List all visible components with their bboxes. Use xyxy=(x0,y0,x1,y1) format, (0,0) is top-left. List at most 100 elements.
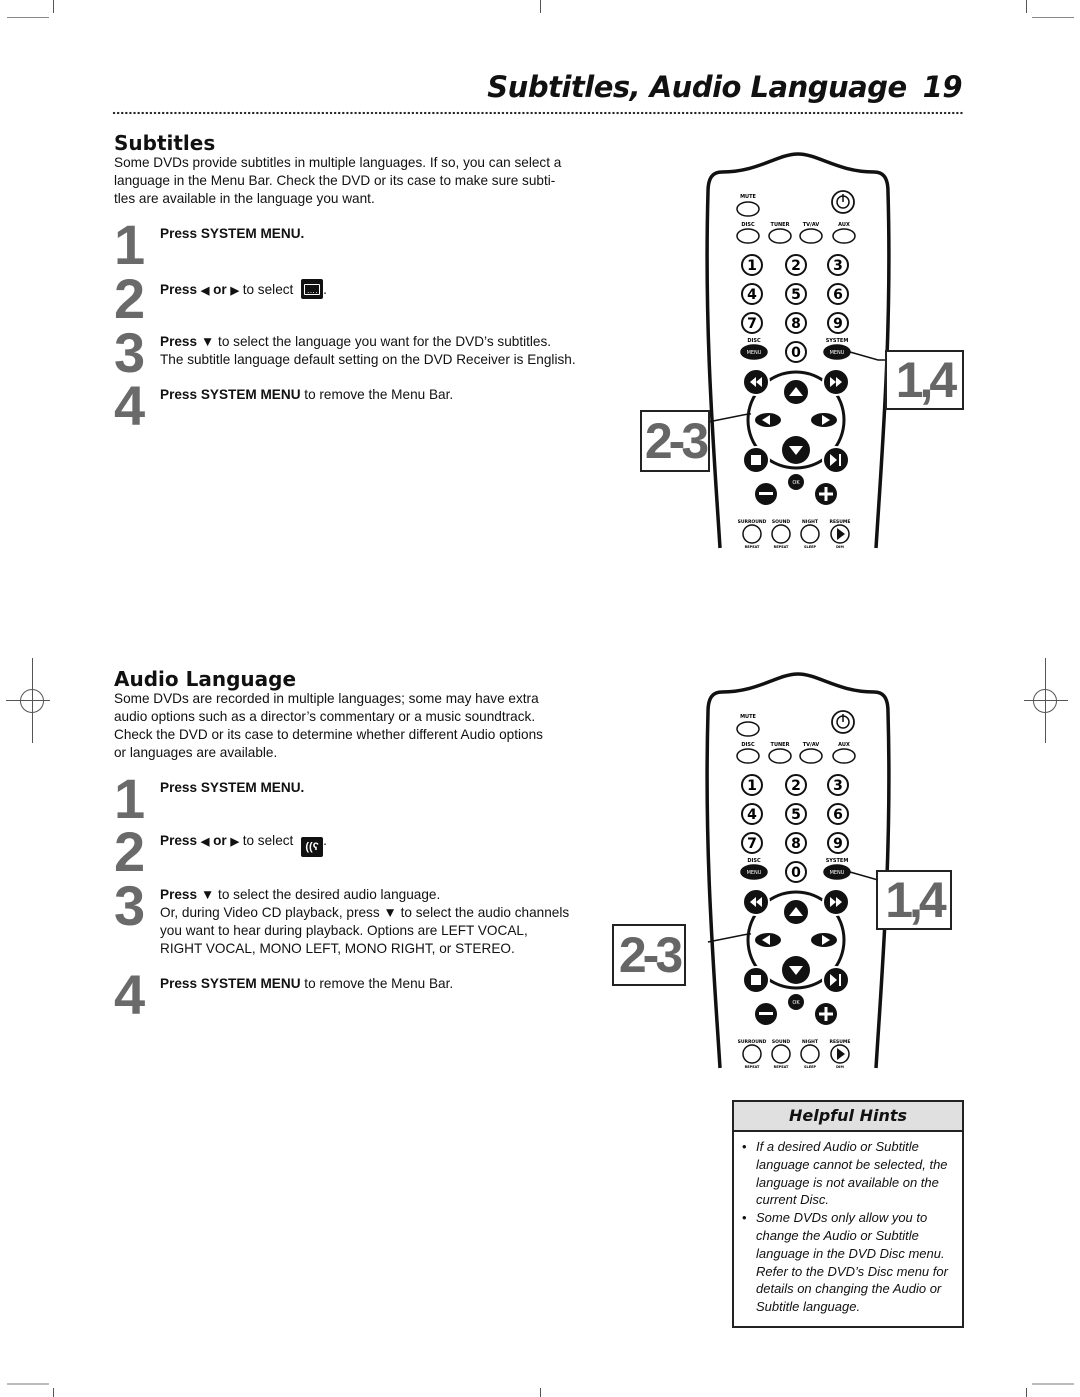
aux-label: AUX xyxy=(838,222,850,228)
digit-label: 1 xyxy=(747,778,757,794)
sleep-label: SLEEP xyxy=(804,545,817,549)
period: . xyxy=(323,282,327,297)
night-button xyxy=(800,524,820,544)
minus-icon xyxy=(759,1012,773,1015)
aux-label: AUX xyxy=(838,742,850,748)
left-arrow-icon: ◀ xyxy=(200,836,210,848)
resume-label: RESUME xyxy=(830,519,851,525)
helpful-hints-title: Helpful Hints xyxy=(734,1102,962,1132)
digit-label: 5 xyxy=(791,807,801,823)
step-text: to select xyxy=(238,282,294,297)
step-number: 1 xyxy=(114,213,145,276)
repeat_ab-label: REPEAT xyxy=(774,545,789,549)
step-text: to select the desired audio language. xyxy=(214,887,441,902)
digit-label: 6 xyxy=(833,287,843,303)
crop-mark xyxy=(540,1388,541,1397)
night-label: NIGHT xyxy=(802,519,819,525)
menu-label: MENU xyxy=(830,870,845,876)
callout-steps-1-4: 1,4 xyxy=(885,350,964,410)
step-text: Or, during Video CD playback, press ▼ to… xyxy=(160,905,570,920)
step-text: to remove the Menu Bar. xyxy=(300,976,454,991)
page-number: 19 xyxy=(922,70,963,104)
step-number: 4 xyxy=(114,374,145,437)
tuner-button xyxy=(768,228,792,244)
ok-label: OK xyxy=(792,480,800,486)
tuner-button xyxy=(768,748,792,764)
hints-list: If a desired Audio or Subtitle language … xyxy=(734,1138,962,1316)
digit-label: 1 xyxy=(747,258,757,274)
callout-steps-1-4: 1,4 xyxy=(876,870,952,930)
night-button xyxy=(800,1044,820,1064)
stop-icon xyxy=(751,455,761,465)
resume-label: RESUME xyxy=(830,1039,851,1045)
subtitles-intro: Some DVDs provide subtitles in multiple … xyxy=(114,154,614,208)
hint-item: Some DVDs only allow you to change the A… xyxy=(740,1209,962,1316)
crop-mark xyxy=(1032,1383,1074,1385)
step-press: Press xyxy=(160,282,198,297)
hint-item: If a desired Audio or Subtitle language … xyxy=(740,1138,962,1209)
step-number: 1 xyxy=(114,767,145,830)
repeat-label: REPEAT xyxy=(745,545,760,549)
tuner-label: TUNER xyxy=(771,222,790,228)
audio-intro: Some DVDs are recorded in multiple langu… xyxy=(114,690,614,762)
crop-mark xyxy=(7,1383,49,1385)
digit-label: 4 xyxy=(747,807,757,823)
step-text: The subtitle language default setting on… xyxy=(160,352,576,367)
surround-label: SURROUND xyxy=(738,1039,767,1045)
digit-label: 0 xyxy=(791,345,801,361)
step-text: you want to hear during playback. Option… xyxy=(160,923,528,938)
mute-label: MUTE xyxy=(740,194,756,200)
step-number: 3 xyxy=(114,874,145,937)
digit-label: 9 xyxy=(833,836,843,852)
registration-mark xyxy=(20,689,44,713)
crop-mark xyxy=(7,17,49,18)
digit-label: 4 xyxy=(747,287,757,303)
remote-illustration: MUTE DISC TUNER TV/AV AUX 1 2 3 4 5 6 7 8 9 DISC MENU 0 S… xyxy=(612,672,968,1072)
repeat_ab-label: REPEAT xyxy=(774,1065,789,1069)
digit-label: 0 xyxy=(791,865,801,881)
digit-label: 7 xyxy=(747,836,757,852)
subtitles-heading: Subtitles xyxy=(114,131,216,155)
digit-label: 8 xyxy=(791,836,801,852)
surround-button xyxy=(742,1044,762,1064)
digit-label: 3 xyxy=(833,778,843,794)
digit-label: 9 xyxy=(833,316,843,332)
registration-mark xyxy=(1033,689,1057,713)
sound-button xyxy=(771,524,791,544)
disc-label: DISC xyxy=(741,742,755,748)
digit-label: 6 xyxy=(833,807,843,823)
step-instruction: Press SYSTEM MENU xyxy=(160,976,301,991)
sound-label: SOUND xyxy=(772,519,790,525)
right-arrow-icon: ▶ xyxy=(230,836,239,848)
repeat-label: REPEAT xyxy=(745,1065,760,1069)
step-or: or xyxy=(213,833,227,848)
step-text: to remove the Menu Bar. xyxy=(300,387,454,402)
mute-button xyxy=(736,201,760,217)
dotted-rule xyxy=(112,111,964,115)
callout-steps-2-3: 2-3 xyxy=(640,410,710,472)
mute-label: MUTE xyxy=(740,714,756,720)
menu-label: MENU xyxy=(747,870,762,876)
step-instruction: Press SYSTEM MENU. xyxy=(160,226,305,241)
remote-illustration: MUTE DISC TUNER TV/AV AUX 1 2 3 4 5 6 7 8 9 DISC MENU 0 S… xyxy=(638,152,968,552)
disc-button xyxy=(736,748,760,764)
digit-label: 5 xyxy=(791,287,801,303)
digit-label: 7 xyxy=(747,316,757,332)
intro-line: Some DVDs provide subtitles in multiple … xyxy=(114,155,562,170)
step-number: 3 xyxy=(114,321,145,384)
stop-icon xyxy=(751,975,761,985)
crop-mark xyxy=(53,0,54,13)
period: . xyxy=(323,833,327,848)
step-number: 4 xyxy=(114,963,145,1026)
intro-line: or languages are available. xyxy=(114,745,278,760)
page-title: Subtitles, Audio Language 19 xyxy=(487,70,962,104)
step-instruction: Press ▼ xyxy=(160,887,215,902)
intro-line: tles are available in the language you w… xyxy=(114,191,375,206)
night-label: NIGHT xyxy=(802,1039,819,1045)
disc-button xyxy=(736,228,760,244)
intro-line: Some DVDs are recorded in multiple langu… xyxy=(114,691,539,706)
sound-label: SOUND xyxy=(772,1039,790,1045)
digit-label: 8 xyxy=(791,316,801,332)
intro-line: language in the Menu Bar. Check the DVD … xyxy=(114,173,556,188)
tvav-button xyxy=(799,228,823,244)
